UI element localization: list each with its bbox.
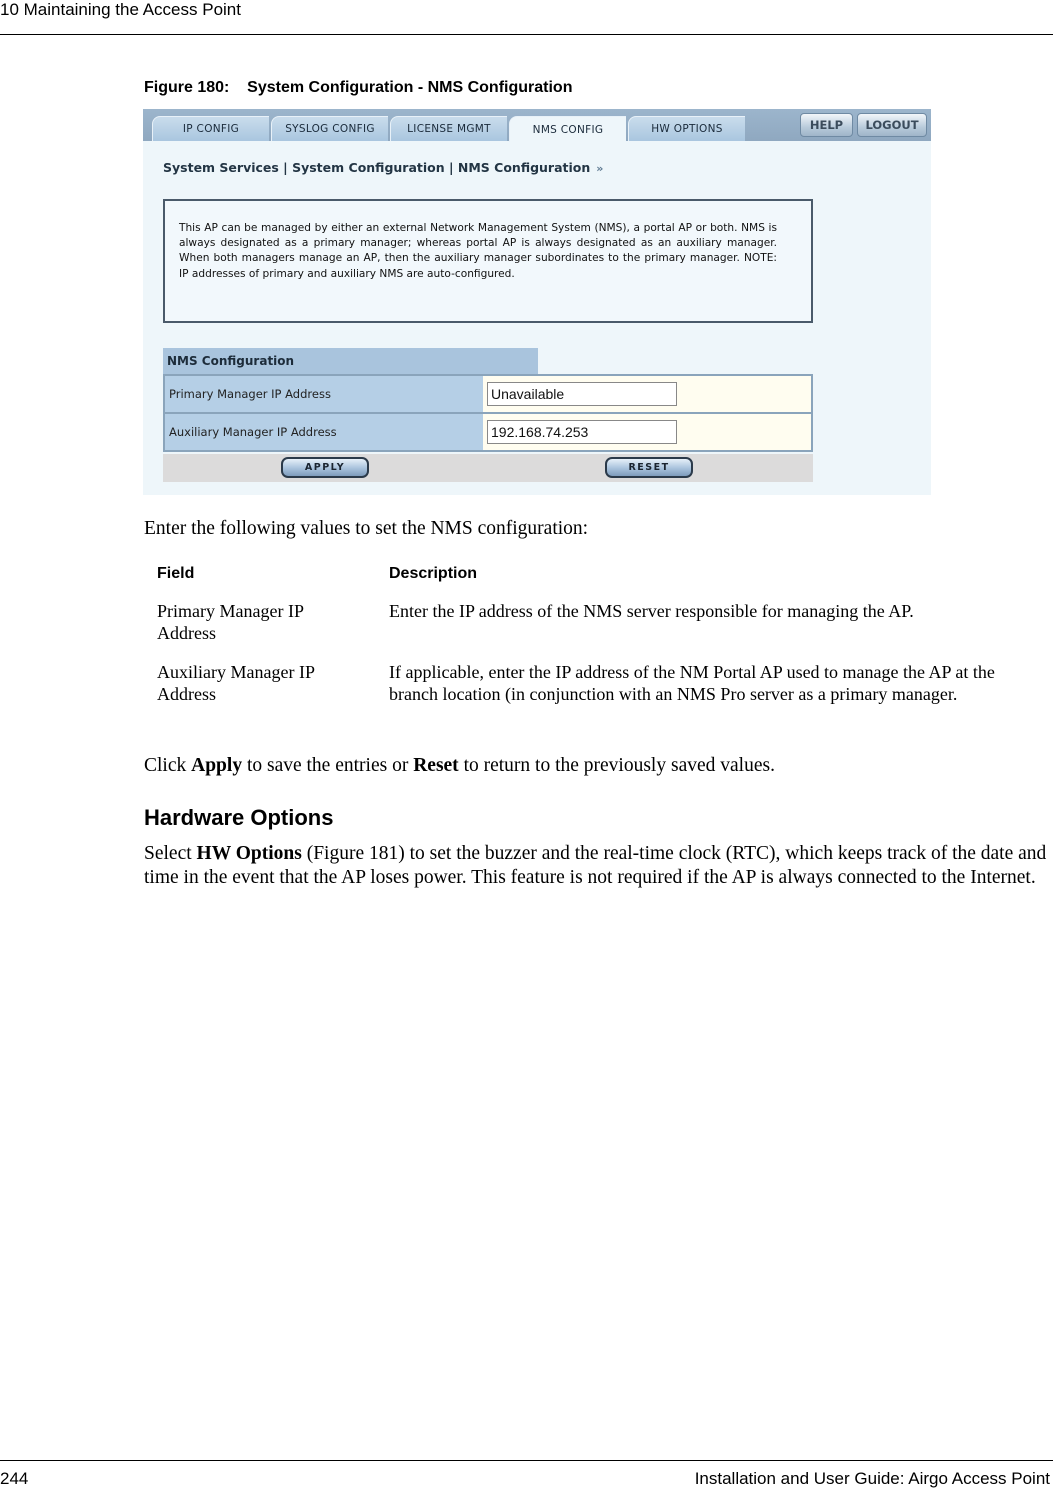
help-button[interactable]: HELP	[800, 113, 853, 137]
footer-divider	[0, 1460, 1053, 1461]
auxiliary-manager-ip-input[interactable]	[487, 420, 677, 444]
note-text: Click	[144, 755, 192, 776]
guide-title: Installation and User Guide: Airgo Acces…	[694, 1469, 1050, 1488]
apply-button[interactable]: APPLY	[281, 457, 369, 478]
hardware-options-heading: Hardware Options	[144, 805, 334, 830]
tab-ip-config[interactable]: IP CONFIG	[152, 116, 269, 141]
auxiliary-manager-label: Auxiliary Manager IP Address	[165, 414, 483, 450]
tab-syslog-config[interactable]: SYSLOG CONFIG	[271, 116, 388, 141]
tab-bar: IP CONFIG SYSLOG CONFIG LICENSE MGMT NMS…	[143, 109, 931, 142]
running-header: 10 Maintaining the Access Point	[0, 0, 241, 19]
table-header-description: Description	[389, 565, 478, 582]
note-reset-bold: Reset	[413, 755, 459, 776]
figure-caption: Figure 180: System Configuration - NMS C…	[144, 79, 573, 96]
form-button-bar: APPLY RESET	[163, 454, 813, 482]
hw-options-bold: HW Options	[196, 843, 302, 864]
form-row-primary-manager: Primary Manager IP Address	[165, 376, 811, 414]
hw-text: Select	[144, 843, 197, 864]
table-header-field: Field	[157, 565, 195, 582]
table-cell-description: If applicable, enter the IP address of t…	[389, 662, 995, 704]
page-number: 244	[0, 1469, 29, 1488]
primary-manager-ip-input[interactable]	[487, 382, 677, 406]
apply-reset-note: Click Apply to save the entries or Reset…	[144, 754, 775, 778]
form-row-auxiliary-manager: Auxiliary Manager IP Address	[165, 414, 811, 450]
table-cell-description: Enter the IP address of the NMS server r…	[389, 601, 914, 621]
breadcrumb-text: System Services | System Configuration |…	[163, 160, 591, 175]
header-divider	[0, 34, 1053, 35]
hw-options-paragraph: Select HW Options (Figure 181) to set th…	[144, 842, 1049, 890]
tab-license-mgmt[interactable]: LICENSE MGMT	[390, 116, 507, 141]
info-box: This AP can be managed by either an exte…	[163, 199, 813, 323]
tab-hw-options[interactable]: HW OPTIONS	[628, 116, 745, 141]
note-text: to save the entries or	[242, 755, 414, 776]
note-text: to return to the previously saved values…	[458, 755, 775, 776]
nms-config-section-title: NMS Configuration	[163, 348, 538, 374]
nms-config-screenshot: IP CONFIG SYSLOG CONFIG LICENSE MGMT NMS…	[143, 109, 931, 495]
breadcrumb: System Services | System Configuration |…	[163, 160, 603, 175]
table-cell-field: Primary Manager IP Address	[157, 601, 304, 643]
note-apply-bold: Apply	[191, 755, 243, 776]
double-chevron-icon: »	[596, 162, 604, 175]
primary-manager-label: Primary Manager IP Address	[165, 376, 483, 412]
info-text: This AP can be managed by either an exte…	[179, 222, 777, 280]
intro-paragraph: Enter the following values to set the NM…	[144, 518, 589, 539]
tab-nms-config[interactable]: NMS CONFIG	[509, 116, 626, 142]
logout-button[interactable]: LOGOUT	[857, 113, 927, 137]
reset-button[interactable]: RESET	[605, 457, 693, 478]
nms-config-form: Primary Manager IP Address Auxiliary Man…	[163, 374, 813, 452]
table-cell-field: Auxiliary Manager IP Address	[157, 662, 315, 704]
